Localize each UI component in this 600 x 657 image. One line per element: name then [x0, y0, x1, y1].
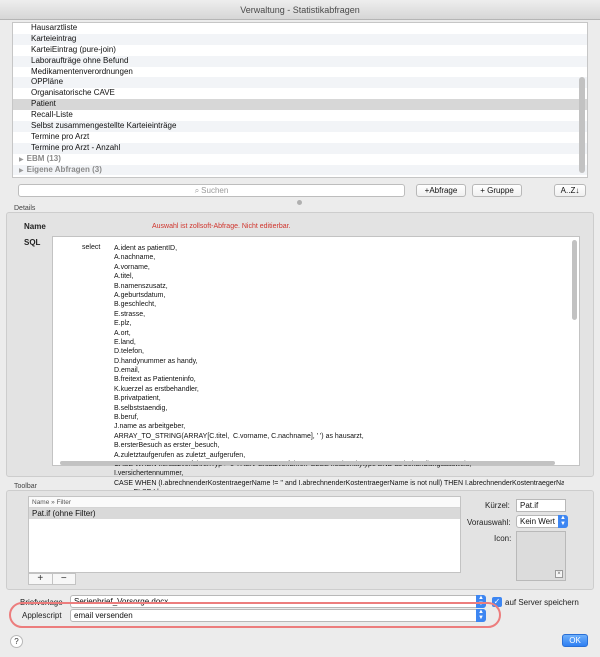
search-icon: ⌕: [194, 186, 200, 195]
sql-line: A.ident as patientID,: [114, 245, 178, 252]
filter-add-remove: + −: [28, 573, 76, 585]
list-item[interactable]: Laboraufträge ohne Befund: [13, 55, 587, 67]
search-placeholder: Suchen: [201, 186, 229, 195]
sql-line: A.geburtsdatum,: [114, 291, 166, 299]
group-label: EBM (13): [26, 153, 61, 163]
sql-line: D.email,: [114, 367, 140, 375]
sql-line: B.beruf,: [114, 414, 139, 422]
readonly-warning: Auswahl ist zollsoft-Abfrage. Nicht edit…: [152, 223, 291, 230]
sql-vertical-scrollbar[interactable]: [572, 240, 577, 320]
vorauswahl-label: Vorauswahl:: [467, 518, 511, 527]
list-item-label: Laboraufträge ohne Befund: [31, 55, 129, 65]
icon-label: Icon:: [494, 534, 512, 543]
sql-line: B.selbststaendig,: [114, 404, 168, 412]
sql-line: ARRAY_TO_STRING(ARRAY[C.titel, C.vorname…: [114, 432, 364, 440]
filter-row[interactable]: Pat.if (ohne Filter): [29, 508, 460, 519]
list-item-label: Medikamentenverordnungen: [31, 66, 133, 76]
filter-column-header[interactable]: Name » Filter: [29, 497, 460, 508]
list-item[interactable]: Medikamentenverordnungen: [13, 67, 587, 78]
sql-line: A.zuletztaufgerufen as zuletzt_aufgerufe…: [114, 451, 246, 459]
list-item[interactable]: Karteieintrag: [13, 33, 587, 45]
window-titlebar: Verwaltung - Statistikabfragen: [0, 0, 600, 20]
list-item-label: Termine pro Arzt: [31, 131, 90, 141]
add-filter-button[interactable]: +: [29, 574, 52, 584]
sql-line: B.geschlecht,: [114, 301, 157, 309]
details-section-label: Details: [14, 205, 36, 212]
sql-line: J.name as arbeitgeber,: [114, 423, 186, 431]
group-row-ebm[interactable]: ▶ EBM (13): [13, 154, 587, 165]
sql-horizontal-scrollbar[interactable]: [60, 461, 555, 465]
vorauswahl-value: Kein Wert: [520, 517, 555, 526]
list-item-label: Hausarztliste: [31, 23, 78, 32]
add-query-button[interactable]: +Abfrage: [416, 184, 466, 197]
kuerzel-label: Kürzel:: [485, 501, 510, 510]
filter-list[interactable]: Name » Filter Pat.if (ohne Filter): [28, 496, 461, 573]
sql-label: SQL: [24, 238, 41, 247]
list-item-label: Recall-Liste: [31, 110, 73, 120]
list-item[interactable]: Recall-Liste: [13, 110, 587, 121]
list-item[interactable]: Termine pro Arzt - Anzahl: [13, 142, 587, 154]
list-item-label: Termine pro Arzt - Anzahl: [31, 142, 121, 152]
sql-line: I.versichertennummer,: [114, 470, 184, 478]
ok-button[interactable]: OK: [562, 634, 588, 647]
applescript-label: Applescript: [22, 611, 62, 620]
sql-line: E.land,: [114, 338, 136, 346]
list-item[interactable]: Organisatorische CAVE: [13, 88, 587, 99]
sql-text: A.ident as patientID, A.nachname, A.vornam…: [114, 244, 564, 507]
sql-line: B.privatpatient,: [114, 395, 161, 403]
sql-keyword: select: [82, 244, 101, 251]
sql-line: D.handynummer as handy,: [114, 357, 198, 365]
toolbar-section-label: Toolbar: [14, 483, 37, 490]
list-item-label: Organisatorische CAVE: [31, 88, 115, 98]
sql-line: E.plz,: [114, 320, 132, 328]
list-item[interactable]: OPPläne: [13, 77, 587, 89]
list-item[interactable]: KarteiEintrag (pure-join): [13, 45, 587, 56]
list-item[interactable]: Selbst zusammengestellte Karteieinträge: [13, 121, 587, 132]
list-scrollbar[interactable]: [579, 77, 585, 173]
list-item-label: KarteiEintrag (pure-join): [31, 44, 116, 54]
popup-arrows-icon: ▲ ▼: [476, 609, 486, 622]
icon-well[interactable]: ×: [516, 531, 566, 581]
popup-arrows-icon: ▲ ▼: [558, 515, 568, 528]
list-item-label: Karteieintrag: [31, 33, 77, 43]
list-item-selected[interactable]: Patient: [13, 99, 587, 111]
name-label: Name: [24, 222, 46, 231]
sql-line: B.ersterBesuch as erster_besuch,: [114, 442, 220, 450]
sql-line: CASE WHEN (I.abrechnenderKostentraegerNa…: [114, 479, 564, 487]
search-input[interactable]: ⌕ Suchen: [18, 184, 405, 197]
sql-line: B.freitext as Patienteninfo,: [114, 376, 196, 384]
list-item-label: Selbst zusammengestellte Karteieinträge: [31, 121, 177, 131]
sort-button[interactable]: A..Z↓: [554, 184, 586, 197]
splitter-handle[interactable]: [297, 200, 302, 205]
sql-line: D.telefon,: [114, 348, 144, 356]
query-list[interactable]: Hausarztliste Karteieintrag KarteiEintra…: [12, 22, 588, 178]
list-item[interactable]: Hausarztliste: [13, 23, 587, 34]
sql-line: E.strasse,: [114, 310, 146, 318]
group-label: Eigene Abfragen (3): [26, 164, 102, 174]
add-group-button[interactable]: + Gruppe: [472, 184, 522, 197]
server-save-label: auf Server speichern: [505, 598, 579, 607]
applescript-value: email versenden: [74, 611, 133, 620]
list-item-label: Patient: [31, 99, 56, 109]
help-button[interactable]: ?: [10, 635, 23, 648]
kuerzel-field[interactable]: Pat.if: [516, 499, 566, 512]
sql-line: A.nachname,: [114, 254, 156, 262]
clear-icon[interactable]: ×: [555, 570, 563, 578]
sql-line: B.namenszusatz,: [114, 282, 168, 290]
sql-line: A.titel,: [114, 273, 134, 281]
remove-filter-button[interactable]: −: [51, 574, 76, 584]
disclosure-triangle-icon[interactable]: ▶: [19, 166, 24, 177]
list-item[interactable]: Termine pro Arzt: [13, 132, 587, 143]
sql-line: A.vorname,: [114, 263, 150, 271]
vorauswahl-select[interactable]: Kein Wert ▲ ▼: [516, 515, 568, 528]
sql-line: A.ort,: [114, 329, 131, 337]
applescript-select[interactable]: email versenden ▲ ▼: [70, 609, 486, 622]
window-title: Verwaltung - Statistikabfragen: [240, 5, 360, 15]
list-item-label: OPPläne: [31, 77, 64, 87]
group-row-eigene[interactable]: ▶ Eigene Abfragen (3): [13, 164, 587, 177]
disclosure-triangle-icon[interactable]: ▶: [19, 155, 24, 166]
sql-line: K.kuerzel as erstbehandler,: [114, 385, 199, 393]
